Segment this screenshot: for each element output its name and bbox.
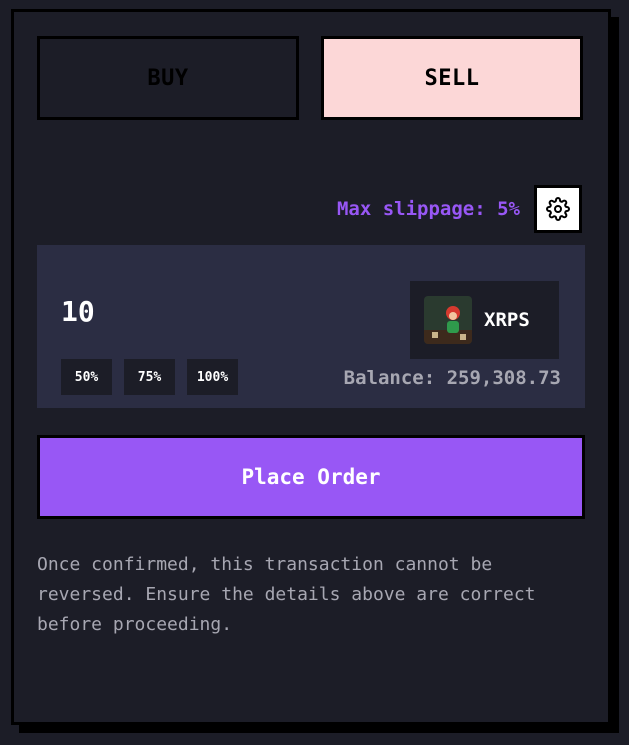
slippage-row: Max slippage: 5% <box>337 185 582 233</box>
gear-icon <box>546 197 570 221</box>
place-order-button[interactable]: Place Order <box>37 435 585 519</box>
amount-input-box: 10 50% 75% 100% XRPS Balance: 259,308.73 <box>37 245 585 408</box>
max-slippage-label: Max slippage: 5% <box>336 198 520 220</box>
token-balance: Balance: 259,308.73 <box>343 367 561 389</box>
preset-50-button[interactable]: 50% <box>61 359 112 395</box>
preset-75-button[interactable]: 75% <box>124 359 175 395</box>
trade-panel: BUY SELL Max slippage: 5% 10 50% 75% 100… <box>11 9 611 725</box>
disclaimer-text: Once confirmed, this transaction cannot … <box>37 554 536 635</box>
slippage-settings-button[interactable] <box>534 185 582 233</box>
preset-100-button[interactable]: 100% <box>187 359 238 395</box>
amount-input[interactable]: 10 <box>61 295 95 328</box>
token-symbol: XRPS <box>484 309 530 331</box>
token-selector[interactable]: XRPS <box>410 281 559 359</box>
sell-tab[interactable]: SELL <box>321 36 583 120</box>
buy-tab[interactable]: BUY <box>37 36 299 120</box>
xrps-token-icon <box>424 296 472 344</box>
